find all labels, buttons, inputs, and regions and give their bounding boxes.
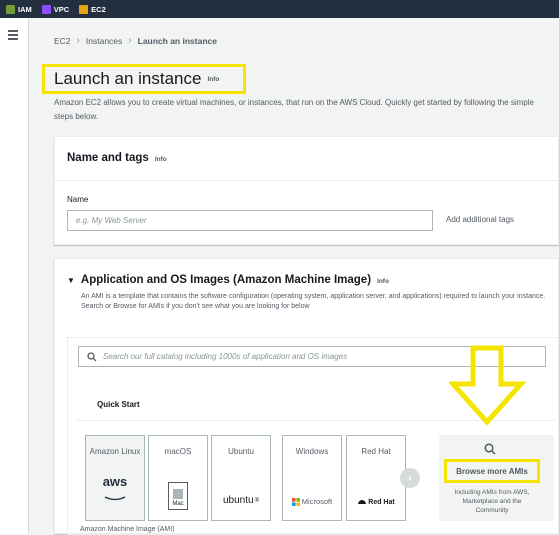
mac-logo-text: Mac (172, 501, 184, 507)
breadcrumb-instances[interactable]: Instances (86, 36, 122, 46)
name-tags-info-link[interactable]: Info (155, 156, 167, 163)
redhat-hat-icon (358, 500, 367, 504)
breadcrumb-ec2[interactable]: EC2 (54, 36, 71, 46)
ubuntu-logo-icon: ubuntu ® (222, 495, 259, 506)
service-shortcut-vpc[interactable]: VPC (41, 4, 70, 14)
breadcrumb-current: Launch an instance (137, 35, 217, 46)
top-nav-bar: IAM VPC EC2 (0, 0, 559, 18)
hamburger-menu-icon[interactable] (8, 30, 18, 42)
os-tile-ubuntu[interactable]: Ubuntu ubuntu ® (211, 435, 271, 521)
os-tile-red-hat[interactable]: Red Hat Red Hat (346, 435, 406, 521)
service-shortcut-label: VPC (53, 4, 70, 14)
title-highlight-box: Launch an instance Info (42, 64, 246, 94)
breadcrumb: EC2 › Instances › Launch an instance (54, 35, 217, 46)
panel-header: Name and tags Info (55, 137, 558, 181)
title-info-link[interactable]: Info (207, 76, 219, 83)
section-title: Application and OS Images (Amazon Machin… (80, 274, 372, 286)
windows-flag-icon (291, 497, 300, 506)
chevron-right-icon: › (128, 35, 132, 46)
ubuntu-logo-text: ubuntu (222, 495, 254, 506)
service-shortcut-iam[interactable]: IAM (6, 4, 32, 14)
microsoft-logo-icon: Microsoft (283, 497, 341, 506)
os-tile-windows[interactable]: Windows Microsoft (282, 435, 342, 521)
os-tile-amazon-linux[interactable]: Amazon Linux aws (85, 435, 145, 521)
name-input[interactable]: e.g. My Web Server (67, 210, 433, 231)
os-tile-label: Amazon Linux (89, 447, 141, 456)
name-field-label: Name (67, 195, 89, 204)
browse-more-amis-button[interactable]: Browse more AMIs (444, 459, 540, 483)
mac-logo-icon: Mac (149, 482, 207, 510)
chevron-right-icon: › (76, 35, 80, 46)
name-input-placeholder: e.g. My Web Server (76, 216, 147, 225)
os-tile-macos[interactable]: macOS Mac (148, 435, 208, 521)
ami-description: An AMI is a template that contains the s… (81, 293, 546, 310)
ami-info-link[interactable]: Info (377, 278, 389, 285)
tab-quick-start[interactable]: Quick Start (97, 400, 140, 409)
panel-header: ▼ Application and OS Images (Amazon Mach… (67, 274, 389, 286)
os-tile-label: Windows (295, 447, 329, 456)
annotation-arrow-down-icon (449, 345, 527, 426)
aws-logo-icon: aws (86, 474, 144, 506)
os-tile-label: Ubuntu (228, 447, 254, 456)
aws-smile-icon (104, 496, 126, 501)
page-title: Launch an instance (54, 69, 202, 88)
iam-service-icon (6, 4, 15, 14)
finder-face-icon (173, 489, 183, 499)
chevron-right-icon: › (408, 472, 412, 484)
os-tile-label: macOS (164, 447, 192, 456)
vpc-service-icon (41, 4, 51, 14)
service-shortcut-ec2[interactable]: EC2 (79, 4, 106, 14)
redhat-logo-text: Red Hat (368, 499, 395, 506)
ec2-service-icon (79, 4, 89, 14)
microsoft-logo-text: Microsoft (301, 497, 333, 506)
browse-more-amis-subtext: Including AMIs from AWS, Marketplace and… (454, 489, 530, 514)
service-shortcut-label: EC2 (91, 4, 106, 14)
os-tile-label: Red Hat (361, 447, 391, 456)
search-icon (484, 443, 496, 455)
search-icon (87, 351, 97, 361)
ami-field-label: Amazon Machine Image (AMI) (80, 526, 175, 533)
browse-more-amis-label: Browse more AMIs (456, 466, 528, 476)
add-additional-tags-link[interactable]: Add additional tags (446, 215, 514, 224)
caret-down-icon[interactable]: ▼ (67, 276, 75, 285)
side-navigation (0, 18, 29, 534)
aws-logo-text: aws (102, 474, 128, 489)
service-shortcut-label: IAM (18, 4, 32, 14)
redhat-logo-icon: Red Hat (347, 499, 405, 506)
section-title: Name and tags (67, 152, 149, 164)
next-tiles-button[interactable]: › (400, 468, 420, 488)
page-intro: Amazon EC2 allows you to create virtual … (54, 98, 534, 121)
ami-search-placeholder: Search our full catalog including 1000s … (103, 352, 348, 361)
name-and-tags-panel: Name and tags Info Name e.g. My Web Serv… (54, 136, 559, 245)
